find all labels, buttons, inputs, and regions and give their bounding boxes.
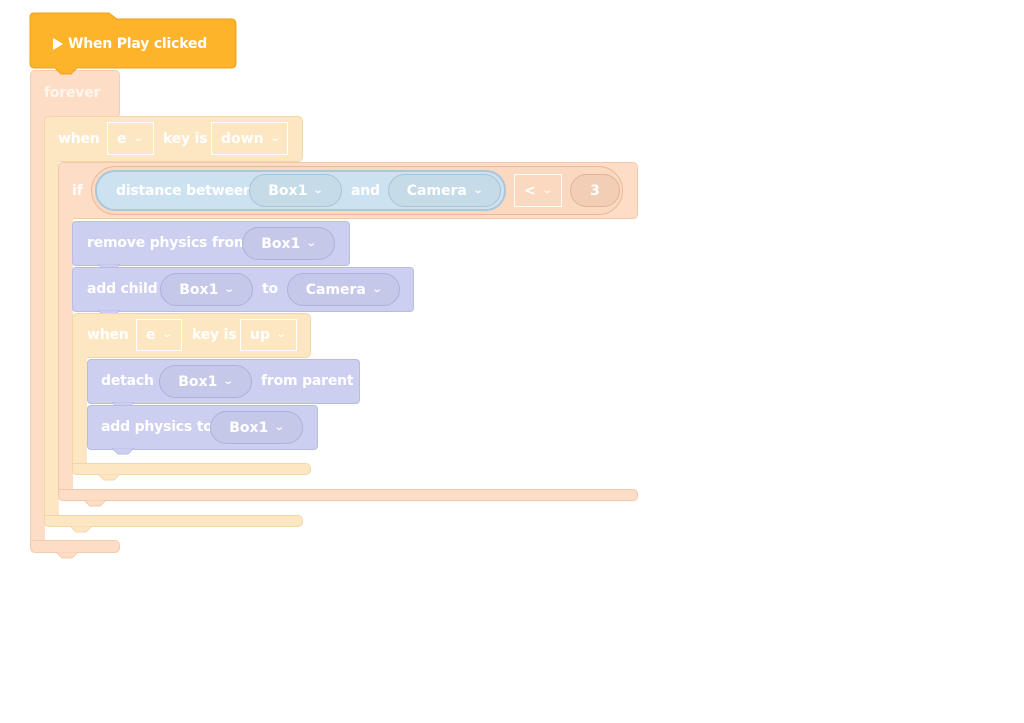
key-value: e: [146, 327, 156, 343]
when-key-up-arm: [72, 348, 87, 475]
object-value: Box1: [261, 235, 301, 252]
play-triangle-icon: [53, 38, 63, 50]
operator-dropdown[interactable]: < ⌄: [514, 174, 562, 207]
value-input[interactable]: 3: [570, 174, 620, 207]
detach-label: detach: [101, 373, 154, 389]
when-play-clicked-label: When Play clicked: [68, 36, 208, 52]
chevron-down-icon: ⌄: [313, 184, 324, 196]
distance-sensor-label: distance between: [116, 183, 253, 199]
if-foot-notch: [84, 500, 106, 507]
detach-suffix: from parent: [261, 373, 354, 389]
chevron-down-icon: ⌄: [275, 329, 287, 340]
target-value: Camera: [305, 281, 366, 298]
chevron-down-icon: ⌄: [269, 132, 281, 144]
object-b-value: Camera: [406, 182, 467, 199]
add-child-to-label: to: [262, 281, 278, 297]
when-key-down-foot-notch: [70, 526, 92, 533]
operator-value: <: [524, 182, 536, 199]
when-key-up-middle: key is: [192, 327, 237, 343]
chevron-down-icon: ⌄: [306, 237, 317, 249]
key-state-dropdown-down[interactable]: down ⌄: [211, 122, 288, 155]
chevron-down-icon: ⌄: [224, 283, 235, 295]
add-child-label: add child: [87, 281, 158, 297]
object-value: Box1: [229, 419, 269, 436]
object-value: Box1: [179, 281, 219, 298]
chevron-down-icon: ⌄: [541, 184, 553, 196]
when-key-down-arm: [44, 150, 59, 527]
chevron-down-icon: ⌄: [161, 329, 173, 340]
object-a-dropdown[interactable]: Box1 ⌄: [249, 174, 342, 207]
add-physics-label: add physics to: [101, 419, 213, 435]
chevron-down-icon: ⌄: [132, 132, 144, 144]
if-block-foot: [58, 489, 638, 501]
and-label: and: [351, 183, 380, 199]
remove-physics-object-dropdown[interactable]: Box1 ⌄: [242, 227, 335, 260]
if-label: if: [72, 183, 83, 199]
key-state-dropdown-up[interactable]: up ⌄: [240, 319, 297, 351]
if-block-arm: [58, 210, 73, 501]
add-child-object-dropdown[interactable]: Box1 ⌄: [160, 273, 253, 306]
remove-physics-label: remove physics from: [87, 235, 249, 251]
chevron-down-icon: ⌄: [274, 421, 285, 433]
chevron-down-icon: ⌄: [472, 184, 484, 196]
key-value: e: [117, 130, 127, 147]
chevron-down-icon: ⌄: [223, 375, 234, 387]
detach-object-dropdown[interactable]: Box1 ⌄: [159, 365, 252, 398]
when-key-up-foot-notch: [98, 474, 120, 481]
object-b-dropdown[interactable]: Camera ⌄: [388, 174, 501, 207]
key-dropdown-down[interactable]: e ⌄: [107, 122, 154, 155]
value-text: 3: [590, 182, 600, 199]
forever-label: forever: [44, 85, 101, 101]
object-a-value: Box1: [268, 182, 308, 199]
when-key-down-prefix: when: [58, 131, 100, 147]
when-key-down-middle: key is: [163, 131, 208, 147]
add-physics-object-dropdown[interactable]: Box1 ⌄: [210, 411, 303, 444]
add-physics-notch: [112, 448, 134, 455]
forever-block-arm: [30, 110, 45, 553]
key-dropdown-up[interactable]: e ⌄: [136, 319, 182, 351]
key-state-value: down: [221, 130, 264, 147]
add-child-target-dropdown[interactable]: Camera ⌄: [287, 273, 400, 306]
forever-foot-notch: [56, 552, 78, 559]
object-value: Box1: [178, 373, 218, 390]
chevron-down-icon: ⌄: [371, 283, 383, 295]
key-state-value: up: [250, 327, 270, 343]
when-key-up-prefix: when: [87, 327, 129, 343]
